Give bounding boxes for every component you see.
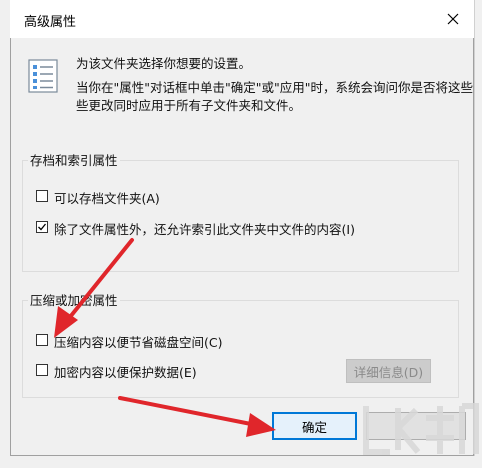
index-checkbox[interactable] [36, 221, 48, 233]
ok-button[interactable]: 确定 [272, 412, 357, 440]
compress-checkbox[interactable] [36, 334, 48, 346]
dialog-titlebar [10, 0, 474, 38]
index-checkbox-label[interactable]: 除了文件属性外，还允许索引此文件夹中文件的内容(I) [54, 219, 355, 238]
encrypt-checkbox-label[interactable]: 加密内容以便保护数据(E) [54, 362, 197, 381]
compress-checkbox-label[interactable]: 压缩内容以便节省磁盘空间(C) [54, 332, 222, 351]
archive-checkbox-label[interactable]: 可以存档文件夹(A) [54, 188, 160, 207]
dialog-title: 高级属性 [24, 15, 77, 30]
watermark-logo [363, 403, 479, 455]
archive-index-group [22, 160, 459, 272]
archive-checkbox[interactable] [36, 190, 48, 202]
archive-index-group-label: 存档和索引属性 [28, 150, 120, 169]
compress-encrypt-group-label: 压缩或加密属性 [28, 290, 120, 309]
description-line-1: 为该文件夹选择你想要的设置。 [76, 56, 252, 71]
details-button[interactable]: 详细信息(D) [346, 359, 431, 383]
description-line-2: 当你在"属性"对话框中单击"确定"或"应用"时，系统会询问你是否将这些 [76, 80, 473, 95]
encrypt-checkbox[interactable] [36, 364, 48, 376]
close-icon [447, 13, 459, 25]
properties-list-icon [28, 59, 58, 93]
checkmark-icon [38, 223, 47, 231]
description-line-3: 些更改同时应用于所有子文件夹和文件。 [76, 98, 302, 113]
close-button[interactable] [432, 4, 474, 34]
